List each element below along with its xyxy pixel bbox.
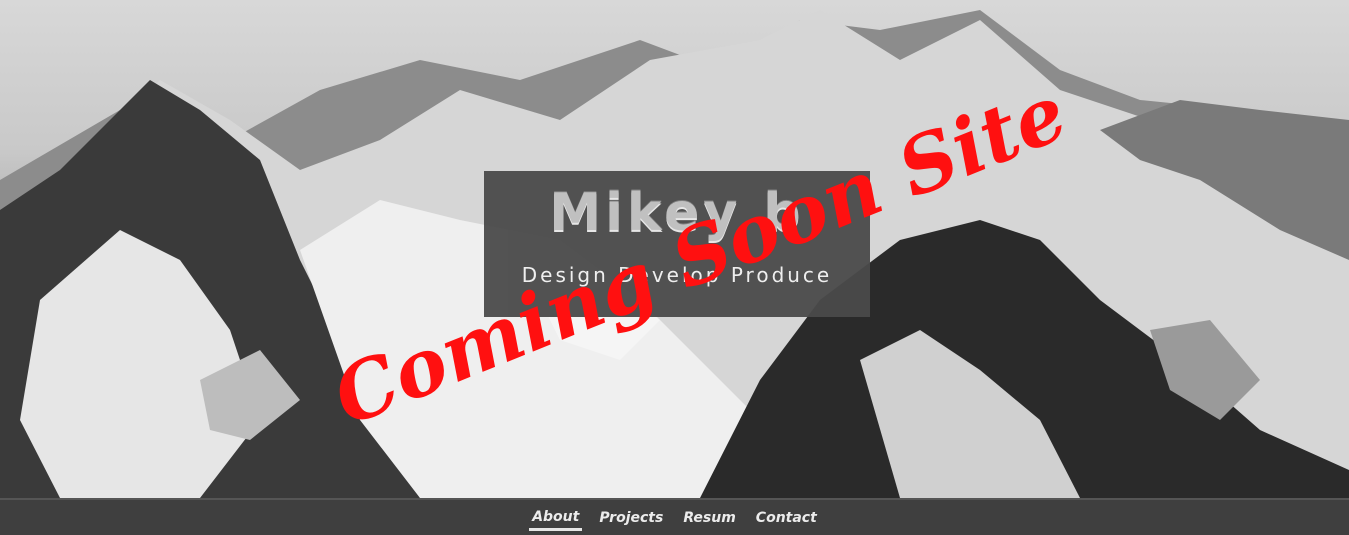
nav-link-about[interactable]: About: [529, 505, 583, 531]
nav-link-resum[interactable]: Resum: [680, 506, 738, 529]
nav-link-contact[interactable]: Contact: [753, 506, 820, 529]
bottom-navbar: About Projects Resum Contact: [0, 498, 1349, 535]
nav-link-projects[interactable]: Projects: [596, 506, 666, 529]
hero-banner: Mikey b Design Develop Produce Coming So…: [0, 0, 1349, 498]
